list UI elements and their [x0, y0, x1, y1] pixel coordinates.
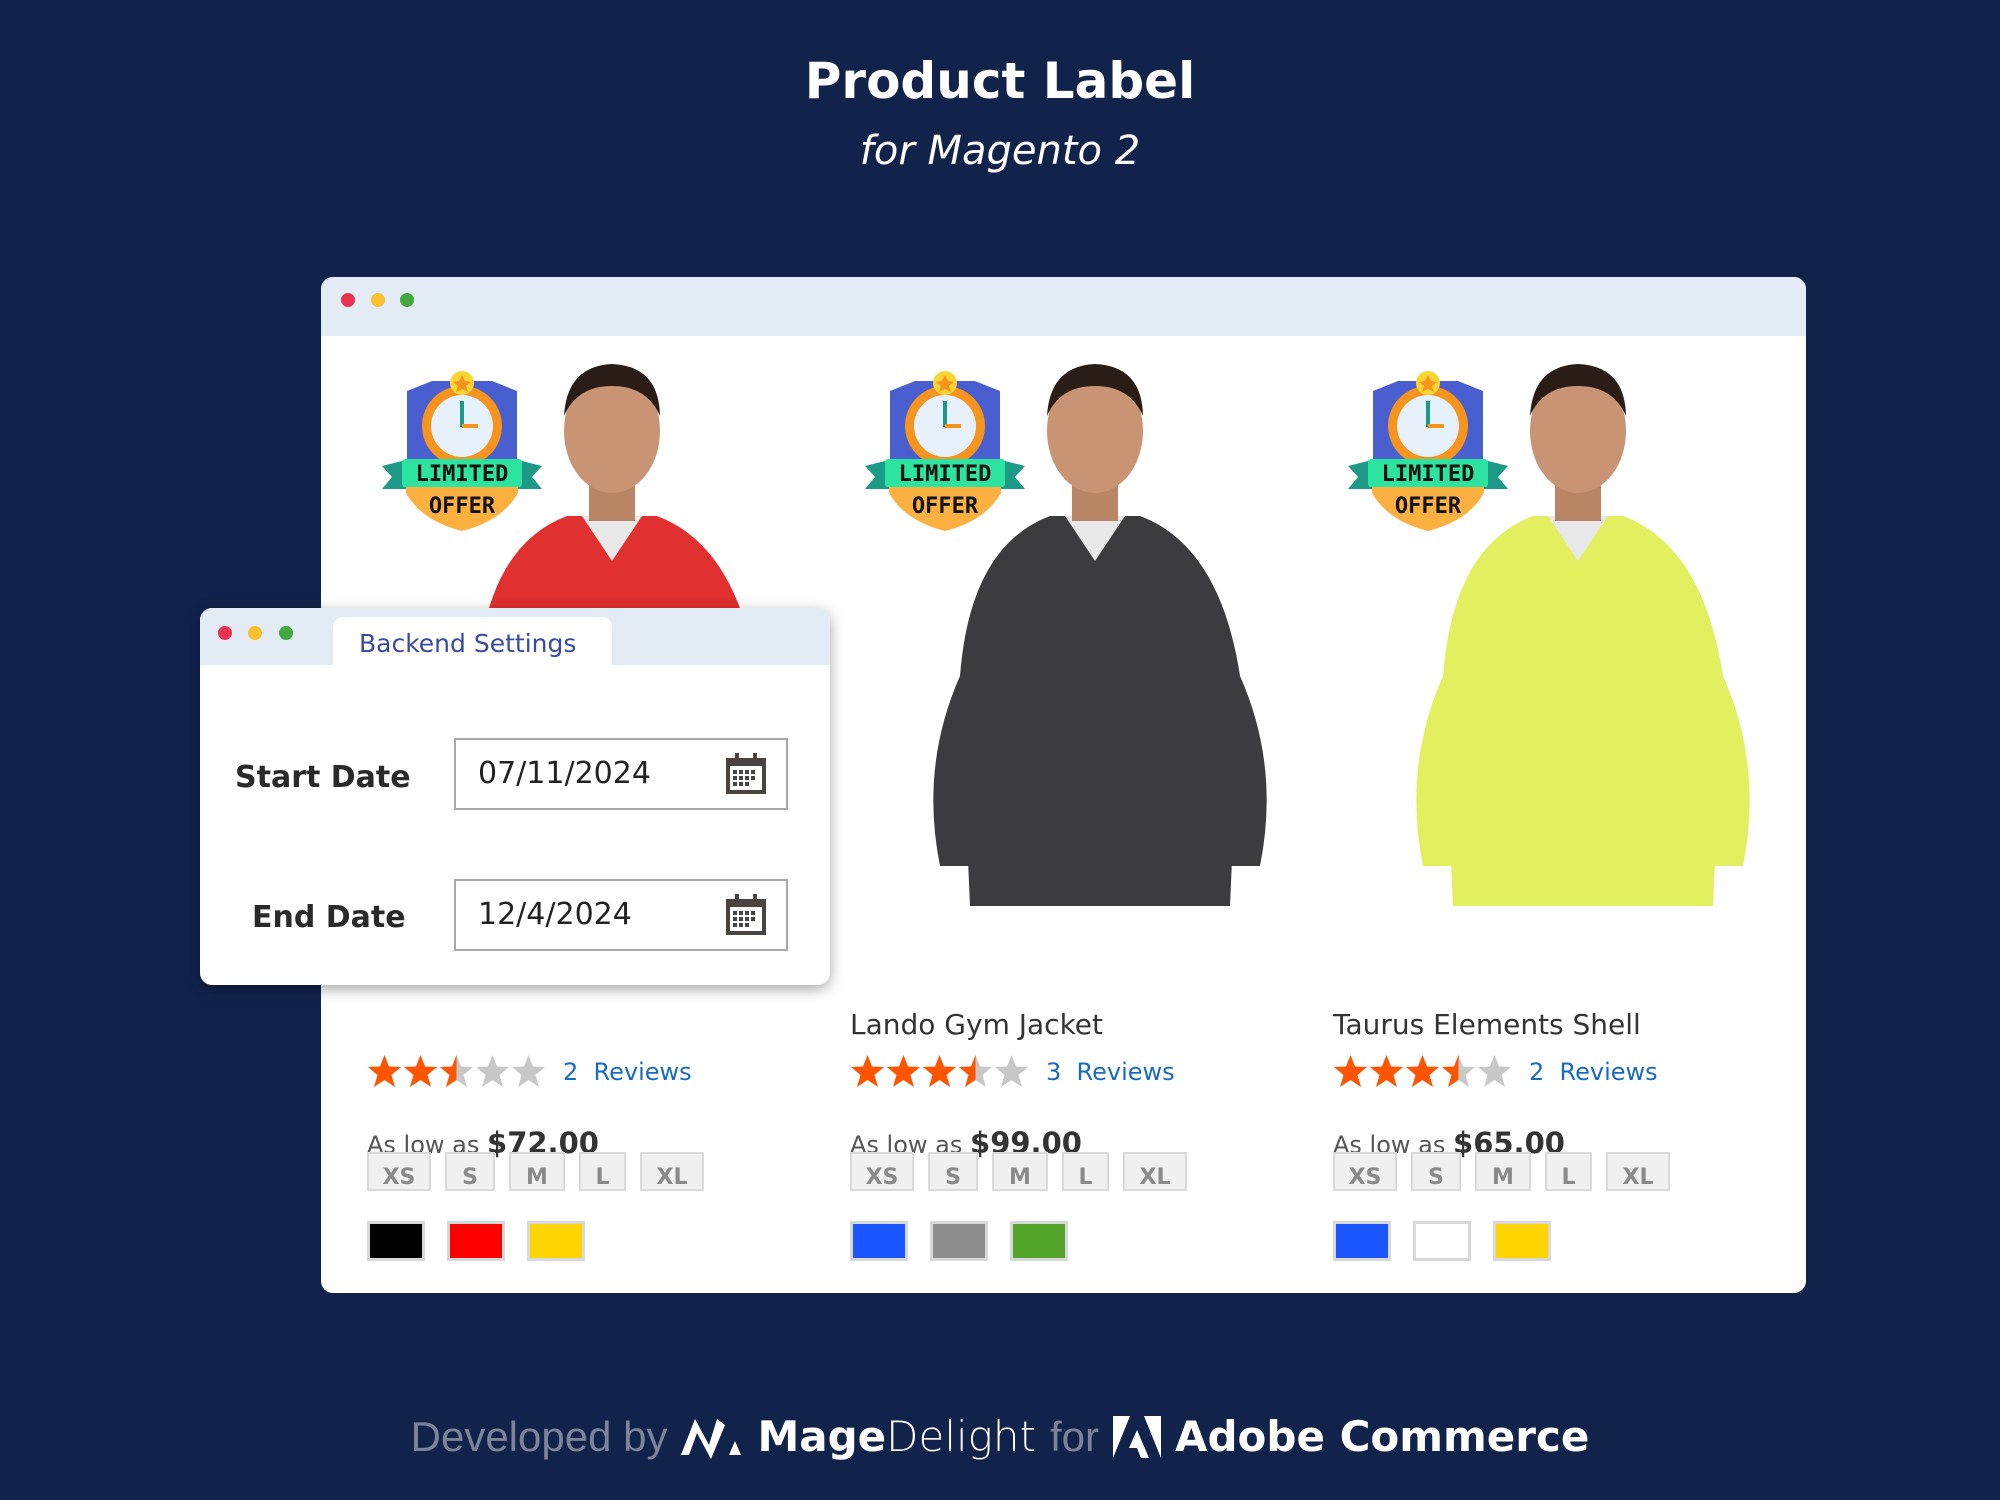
size-option[interactable]: XL — [640, 1152, 704, 1191]
footer: Developed by MageDelight for Adobe Comme… — [0, 1412, 2000, 1461]
size-option[interactable]: XL — [1123, 1152, 1187, 1191]
calendar-icon[interactable] — [724, 893, 768, 937]
reviews-label: Reviews — [1076, 1057, 1175, 1086]
badge-line1: LIMITED — [899, 462, 992, 487]
product-name[interactable]: Lando Gym Jacket — [850, 1008, 1103, 1041]
tab-backend-settings[interactable]: Backend Settings — [333, 617, 612, 665]
start-date-value: 07/11/2024 — [478, 756, 651, 791]
color-swatches — [1333, 1221, 1551, 1261]
panel-titlebar: Backend Settings — [200, 608, 830, 665]
badge-line1: LIMITED — [416, 462, 509, 487]
rating-star-icon — [923, 1055, 956, 1087]
brand-name: MageDelight — [757, 1412, 1036, 1461]
reviews-label: Reviews — [593, 1057, 692, 1086]
color-swatch[interactable] — [367, 1221, 425, 1261]
end-date-label: End Date — [252, 900, 406, 935]
size-option[interactable]: L — [1062, 1152, 1109, 1191]
rating-star-icon — [368, 1055, 401, 1087]
window-titlebar — [321, 277, 1806, 336]
size-option[interactable]: S — [1411, 1152, 1461, 1191]
size-options: XS S M L XL — [850, 1152, 1187, 1191]
limited-offer-badge-icon: LIMITED OFFER — [865, 371, 1025, 531]
size-option[interactable]: S — [445, 1152, 495, 1191]
size-option[interactable]: S — [928, 1152, 978, 1191]
color-swatch[interactable] — [1413, 1221, 1471, 1261]
end-date-input[interactable]: 12/4/2024 — [454, 879, 788, 951]
reviews-count: 2 — [1529, 1057, 1545, 1086]
color-swatch[interactable] — [850, 1221, 908, 1261]
developed-by-text: Developed by — [410, 1412, 668, 1460]
calendar-icon[interactable] — [724, 752, 768, 796]
color-swatch[interactable] — [1493, 1221, 1551, 1261]
maximize-dot[interactable] — [279, 626, 293, 640]
reviews-label: Reviews — [1559, 1057, 1658, 1086]
rating-star-icon — [887, 1055, 920, 1087]
rating-star-icon — [1370, 1055, 1403, 1087]
maximize-dot[interactable] — [400, 293, 414, 307]
size-option[interactable]: XS — [1333, 1152, 1397, 1191]
close-dot[interactable] — [218, 626, 232, 640]
badge-line2: OFFER — [429, 494, 496, 519]
size-options: XS S M L XL — [1333, 1152, 1670, 1191]
rating-star-icon — [512, 1055, 545, 1087]
for-text: for — [1049, 1412, 1099, 1460]
product-rating: 3 Reviews — [850, 1054, 1175, 1089]
rating-star-icon — [1406, 1055, 1439, 1087]
limited-offer-badge-icon: LIMITED OFFER — [1348, 371, 1508, 531]
reviews-count: 2 — [563, 1057, 579, 1086]
size-options: XS S M L XL — [367, 1152, 704, 1191]
badge-line1: LIMITED — [1382, 462, 1475, 487]
product-card: LIMITED OFFER Taurus Elements Shell 2 Re… — [1333, 336, 1806, 1286]
color-swatches — [850, 1221, 1068, 1261]
rating-star-icon — [1334, 1055, 1367, 1087]
rating-star-icon — [851, 1055, 884, 1087]
reviews-link[interactable]: 3 Reviews — [1046, 1058, 1175, 1086]
limited-offer-badge-icon: LIMITED OFFER — [382, 371, 542, 531]
magedelight-logo-icon — [681, 1418, 742, 1459]
color-swatch[interactable] — [527, 1221, 585, 1261]
platform-name: Adobe Commerce — [1174, 1412, 1590, 1461]
rating-star-icon — [995, 1055, 1028, 1087]
badge-line2: OFFER — [1395, 494, 1462, 519]
rating-star-icon — [404, 1055, 437, 1087]
rating-star-icon — [1442, 1055, 1475, 1087]
reviews-count: 3 — [1046, 1057, 1062, 1086]
product-card: LIMITED OFFER Lando Gym Jacket 3 Reviews… — [850, 336, 1332, 1286]
size-option[interactable]: M — [992, 1152, 1048, 1191]
brand-bold: Mage — [757, 1412, 887, 1461]
badge-line2: OFFER — [912, 494, 979, 519]
start-date-label: Start Date — [235, 760, 411, 795]
minimize-dot[interactable] — [371, 293, 385, 307]
size-option[interactable]: XL — [1606, 1152, 1670, 1191]
product-rating: 2 Reviews — [367, 1054, 692, 1089]
minimize-dot[interactable] — [248, 626, 262, 640]
size-option[interactable]: M — [509, 1152, 565, 1191]
color-swatches — [367, 1221, 585, 1261]
start-date-input[interactable]: 07/11/2024 — [454, 738, 788, 810]
backend-settings-panel: Backend Settings Start Date 07/11/2024 E… — [200, 608, 830, 985]
rating-star-icon — [476, 1055, 509, 1087]
size-option[interactable]: XS — [367, 1152, 431, 1191]
close-dot[interactable] — [341, 293, 355, 307]
product-rating: 2 Reviews — [1333, 1054, 1658, 1089]
size-option[interactable]: M — [1475, 1152, 1531, 1191]
color-swatch[interactable] — [447, 1221, 505, 1261]
reviews-link[interactable]: 2 Reviews — [1529, 1058, 1658, 1086]
rating-star-icon — [440, 1055, 473, 1087]
product-name[interactable]: Taurus Elements Shell — [1333, 1008, 1641, 1041]
size-option[interactable]: L — [579, 1152, 626, 1191]
rating-star-icon — [1478, 1055, 1511, 1087]
page-title: Product Label — [804, 52, 1196, 110]
adobe-logo-icon — [1112, 1415, 1161, 1458]
color-swatch[interactable] — [1333, 1221, 1391, 1261]
reviews-link[interactable]: 2 Reviews — [563, 1058, 692, 1086]
page-subtitle: for Magento 2 — [859, 128, 1141, 174]
color-swatch[interactable] — [930, 1221, 988, 1261]
size-option[interactable]: L — [1545, 1152, 1592, 1191]
size-option[interactable]: XS — [850, 1152, 914, 1191]
rating-star-icon — [959, 1055, 992, 1087]
brand-light: Delight — [886, 1412, 1036, 1461]
end-date-value: 12/4/2024 — [478, 897, 632, 932]
color-swatch[interactable] — [1010, 1221, 1068, 1261]
